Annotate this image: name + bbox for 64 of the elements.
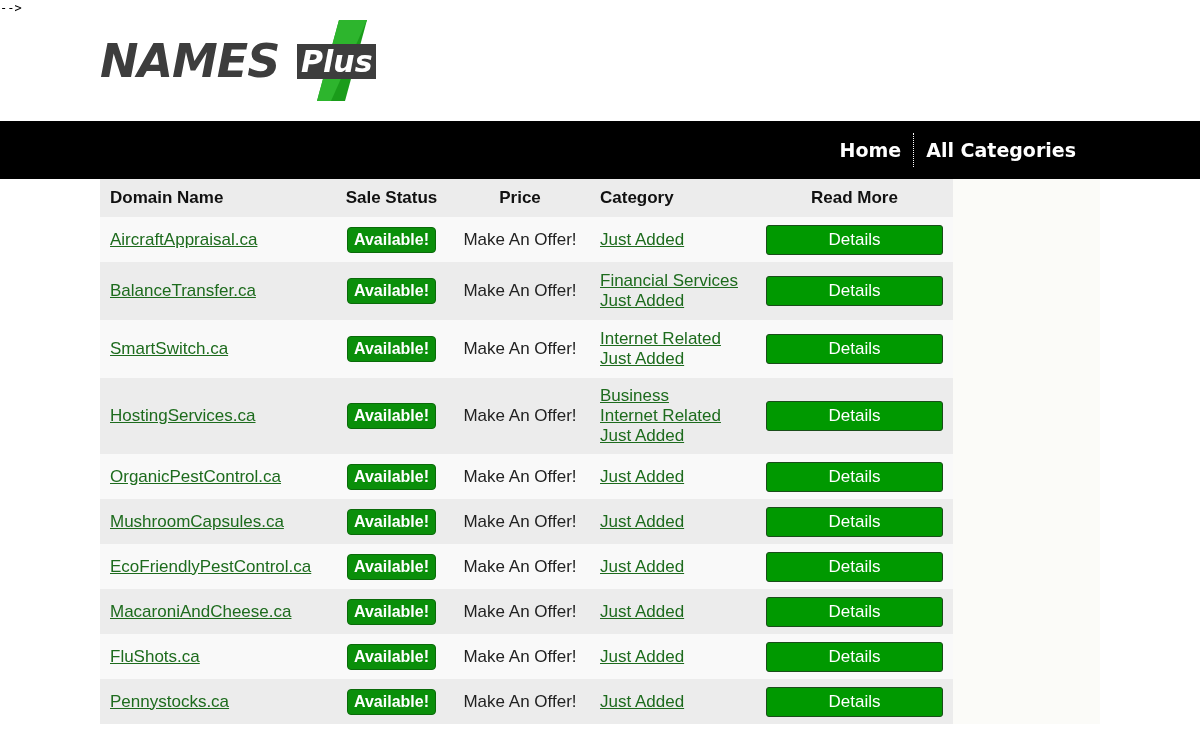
domain-link[interactable]: EcoFriendlyPestControl.ca <box>110 556 312 576</box>
column-header: Price <box>499 188 541 208</box>
category-link[interactable]: Just Added <box>600 426 685 446</box>
category-link[interactable]: Internet Related <box>600 329 721 349</box>
details-button[interactable]: Details <box>766 551 943 582</box>
category-link[interactable]: Just Added <box>600 556 685 577</box>
logo-wordmark: NAMES <box>100 36 280 86</box>
status-badge: Available! <box>347 688 436 715</box>
domain-link[interactable]: Pennystocks.ca <box>110 691 230 711</box>
price-text: Make An Offer! <box>463 281 577 300</box>
category-link[interactable]: Just Added <box>600 291 685 311</box>
logo-badge: Plus <box>297 44 377 79</box>
column-header: Sale Status <box>345 188 438 208</box>
details-button[interactable]: Details <box>766 506 943 537</box>
price-text: Make An Offer! <box>463 339 577 358</box>
domain-link[interactable]: SmartSwitch.ca <box>110 339 229 358</box>
details-button[interactable]: Details <box>766 224 943 255</box>
column-header: Read More <box>811 188 898 208</box>
status-badge: Available! <box>347 278 436 304</box>
status-badge: Available! <box>347 643 436 670</box>
price-text: Make An Offer! <box>463 601 577 621</box>
price-text: Make An Offer! <box>463 511 577 531</box>
details-button[interactable]: Details <box>766 641 943 672</box>
details-button[interactable]: Details <box>766 334 943 364</box>
column-header: Category <box>600 188 674 208</box>
domain-link[interactable]: BalanceTransfer.ca <box>110 281 256 300</box>
price-text: Make An Offer! <box>463 229 577 249</box>
status-badge: Available! <box>347 336 436 362</box>
details-button[interactable]: Details <box>766 276 943 306</box>
details-button[interactable]: Details <box>766 596 943 627</box>
status-badge: Available! <box>347 553 436 580</box>
status-badge: Available! <box>347 403 436 429</box>
domain-link[interactable]: MacaroniAndCheese.ca <box>110 601 292 621</box>
price-text: Make An Offer! <box>463 646 577 666</box>
column-header: Domain Name <box>110 188 224 208</box>
category-link[interactable]: Just Added <box>600 646 685 667</box>
nav-link[interactable]: Home <box>837 135 904 165</box>
details-button[interactable]: Details <box>766 686 943 717</box>
category-link[interactable]: Internet Related <box>600 406 721 426</box>
domain-link[interactable]: FluShots.ca <box>110 646 200 666</box>
domain-link[interactable]: AircraftAppraisal.ca <box>110 229 258 249</box>
domain-link[interactable]: OrganicPestControl.ca <box>110 466 282 486</box>
category-link[interactable]: Just Added <box>600 229 685 250</box>
price-text: Make An Offer! <box>463 691 577 711</box>
category-link[interactable]: Just Added <box>600 349 685 369</box>
status-badge: Available! <box>347 463 436 490</box>
status-badge: Available! <box>347 598 436 625</box>
nav-link[interactable]: All Categories <box>924 135 1078 165</box>
category-link[interactable]: Financial Services <box>600 271 738 291</box>
category-link[interactable]: Business <box>600 386 669 406</box>
category-link[interactable]: Just Added <box>600 691 685 712</box>
details-button[interactable]: Details <box>766 401 943 431</box>
domain-link[interactable]: HostingServices.ca <box>110 406 256 425</box>
domain-link[interactable]: MushroomCapsules.ca <box>110 511 284 531</box>
code-residue-text: --> <box>0 0 22 16</box>
category-link[interactable]: Just Added <box>600 511 685 532</box>
status-badge: Available! <box>347 508 436 535</box>
details-button[interactable]: Details <box>766 461 943 492</box>
price-text: Make An Offer! <box>463 556 577 576</box>
category-link[interactable]: Just Added <box>600 466 685 487</box>
category-link[interactable]: Just Added <box>600 601 685 622</box>
status-badge: Available! <box>347 226 436 253</box>
price-text: Make An Offer! <box>463 406 577 425</box>
price-text: Make An Offer! <box>463 466 577 486</box>
